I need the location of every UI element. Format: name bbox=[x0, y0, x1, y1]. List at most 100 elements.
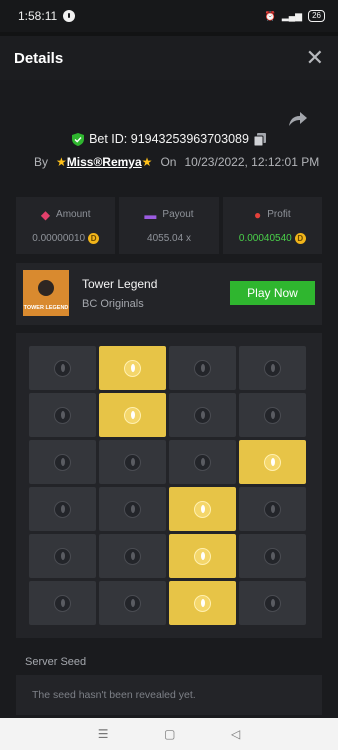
money-icon: ◆ bbox=[40, 207, 51, 222]
user-up-icon: ● bbox=[254, 207, 262, 222]
alert-icon bbox=[63, 10, 76, 22]
tile-hidden bbox=[239, 487, 306, 531]
page-title: Details bbox=[14, 49, 64, 67]
tile-hidden bbox=[239, 346, 306, 390]
play-now-button[interactable]: Play Now bbox=[230, 281, 315, 305]
tile-hidden bbox=[239, 534, 306, 578]
egg-icon bbox=[124, 359, 141, 377]
server-seed-text: The seed hasn't been revealed yet. bbox=[32, 689, 196, 701]
status-time: 1:58:11 bbox=[18, 9, 58, 23]
egg-icon bbox=[54, 500, 71, 518]
tile-hidden bbox=[239, 581, 306, 625]
egg-icon bbox=[124, 547, 141, 565]
stat-label: Payout bbox=[162, 209, 194, 220]
game-name: Tower Legend bbox=[82, 277, 158, 291]
tile-grid bbox=[29, 346, 306, 625]
game-provider: BC Originals bbox=[82, 298, 144, 310]
tile-hidden bbox=[29, 440, 96, 484]
server-seed-label: Server Seed bbox=[25, 656, 87, 668]
egg-icon bbox=[264, 406, 281, 424]
egg-icon bbox=[194, 500, 211, 518]
tile-revealed bbox=[239, 440, 306, 484]
tile-hidden bbox=[169, 393, 236, 437]
copy-icon[interactable] bbox=[253, 132, 266, 146]
on-label: On bbox=[160, 155, 177, 169]
tile-revealed bbox=[169, 581, 236, 625]
status-bar: 1:58:11 ⏰ ▂▄▆ 26 bbox=[0, 0, 338, 32]
egg-icon bbox=[194, 359, 211, 377]
tile-revealed bbox=[99, 393, 166, 437]
egg-icon bbox=[264, 547, 281, 565]
stat-value: 4055.04 x bbox=[147, 232, 191, 244]
close-icon[interactable]: ✕ bbox=[306, 47, 324, 69]
tile-hidden bbox=[29, 534, 96, 578]
tile-revealed bbox=[99, 346, 166, 390]
egg-icon bbox=[54, 594, 71, 612]
tile-hidden bbox=[239, 393, 306, 437]
egg-icon bbox=[194, 594, 211, 612]
bet-id: Bet ID: 91943253963703089 bbox=[89, 132, 249, 146]
tile-revealed bbox=[169, 534, 236, 578]
egg-icon bbox=[54, 406, 71, 424]
gorilla-icon bbox=[38, 280, 54, 296]
egg-icon bbox=[264, 594, 281, 612]
stat-label: Profit bbox=[267, 209, 291, 220]
egg-icon bbox=[54, 547, 71, 565]
star-icon: ★ bbox=[56, 155, 67, 169]
shield-check-icon bbox=[72, 132, 85, 146]
tile-hidden bbox=[29, 393, 96, 437]
system-nav-bar: ☰ ▢ ◁ bbox=[0, 718, 338, 750]
stat-value: 0.00040540 bbox=[238, 232, 292, 244]
username: Miss®Remya bbox=[66, 155, 142, 169]
stat-profit: ● Profit 0.00040540 D bbox=[222, 197, 322, 254]
wallet-icon: ▬ bbox=[144, 207, 157, 222]
back-icon[interactable]: ◁ bbox=[231, 727, 240, 741]
signal-icon: ▂▄▆ bbox=[281, 10, 303, 21]
egg-icon bbox=[194, 453, 211, 471]
game-thumbnail[interactable]: TOWER LEGEND bbox=[23, 270, 69, 316]
egg-icon bbox=[124, 406, 141, 424]
tile-hidden bbox=[169, 346, 236, 390]
by-label: By bbox=[34, 155, 49, 169]
coin-icon: D bbox=[88, 232, 100, 244]
bet-id-row: Bet ID: 91943253963703089 bbox=[0, 132, 338, 146]
thumb-text: TOWER LEGEND bbox=[23, 305, 69, 311]
details-header: Details ✕ bbox=[0, 36, 338, 80]
star-icon: ★ bbox=[141, 155, 153, 169]
bet-byline: By ★Miss®Remya★ On 10/23/2022, 12:12:01 … bbox=[34, 155, 319, 169]
game-card: TOWER LEGEND Tower Legend BC Originals P… bbox=[16, 263, 322, 325]
tile-hidden bbox=[99, 581, 166, 625]
egg-icon bbox=[54, 453, 71, 471]
egg-icon bbox=[124, 500, 141, 518]
tile-hidden bbox=[169, 440, 236, 484]
home-icon[interactable]: ▢ bbox=[164, 727, 175, 741]
battery-icon: 26 bbox=[308, 10, 325, 22]
tower-board bbox=[16, 333, 322, 638]
coin-icon: D bbox=[294, 232, 306, 244]
stats-row: ◆ Amount 0.00000010 D ▬ Payout 4055.04 x… bbox=[16, 197, 322, 254]
recents-icon[interactable]: ☰ bbox=[98, 727, 109, 741]
user-link[interactable]: ★Miss®Remya★ bbox=[56, 155, 152, 169]
tile-hidden bbox=[29, 581, 96, 625]
egg-icon bbox=[264, 359, 281, 377]
share-icon[interactable] bbox=[288, 110, 308, 128]
server-seed-box: The seed hasn't been revealed yet. bbox=[16, 675, 322, 715]
egg-icon bbox=[54, 359, 71, 377]
stat-label: Amount bbox=[56, 209, 91, 220]
tile-hidden bbox=[29, 346, 96, 390]
egg-icon bbox=[264, 453, 281, 471]
egg-icon bbox=[124, 453, 141, 471]
stat-value: 0.00000010 bbox=[32, 232, 86, 244]
stat-amount: ◆ Amount 0.00000010 D bbox=[16, 197, 116, 254]
tile-hidden bbox=[99, 487, 166, 531]
tile-revealed bbox=[169, 487, 236, 531]
egg-icon bbox=[264, 500, 281, 518]
stat-payout: ▬ Payout 4055.04 x bbox=[119, 197, 219, 254]
alarm-icon: ⏰ bbox=[264, 10, 276, 21]
tile-hidden bbox=[99, 534, 166, 578]
egg-icon bbox=[194, 547, 211, 565]
tile-hidden bbox=[29, 487, 96, 531]
egg-icon bbox=[124, 594, 141, 612]
egg-icon bbox=[194, 406, 211, 424]
bet-date: 10/23/2022, 12:12:01 PM bbox=[184, 155, 320, 169]
